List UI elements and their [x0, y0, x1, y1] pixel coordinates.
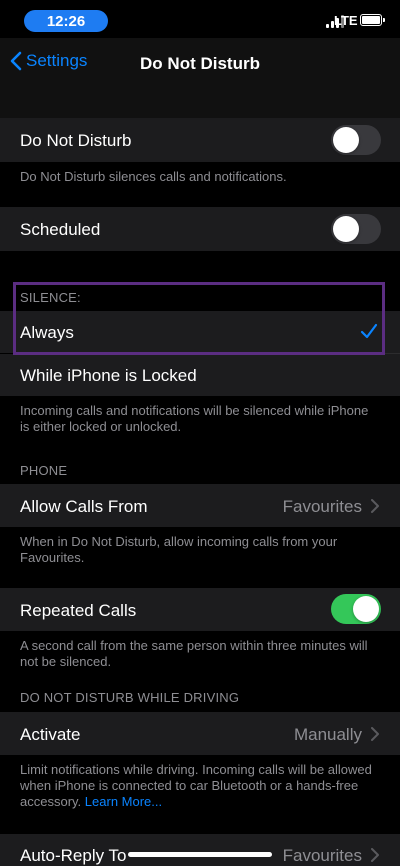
driving-footer-line3: accessory. Learn More...: [20, 794, 380, 810]
chevron-right-icon: [371, 499, 379, 513]
silence-footer-line1: Incoming calls and notifications will be…: [20, 403, 369, 418]
repeated-calls-toggle[interactable]: [331, 594, 381, 624]
scheduled-toggle[interactable]: [331, 214, 381, 244]
status-time: 12:26: [24, 10, 108, 32]
repeated-footer-line1: A second call from the same person withi…: [20, 638, 368, 653]
repeated-footer-line2: not be silenced.: [20, 654, 112, 669]
auto-reply-label: Auto-Reply To: [20, 846, 127, 865]
highlight-box: [13, 282, 385, 355]
locked-label: While iPhone is Locked: [20, 366, 197, 385]
repeated-calls-label: Repeated Calls: [20, 601, 137, 620]
activate-label: Activate: [20, 725, 81, 744]
learn-more-link[interactable]: Learn More...: [85, 794, 162, 809]
chevron-right-icon: [371, 848, 379, 862]
network-label: LTE: [334, 13, 358, 28]
phone-header: PHONE: [20, 463, 68, 478]
scheduled-label: Scheduled: [20, 220, 101, 239]
page-title: Do Not Disturb: [140, 54, 260, 73]
silence-footer-line2: is either locked or unlocked.: [20, 419, 182, 434]
battery-icon: [360, 14, 385, 26]
dnd-label: Do Not Disturb: [20, 131, 132, 150]
allow-footer-line1: When in Do Not Disturb, allow incoming c…: [20, 534, 338, 549]
allow-footer-line2: Favourites.: [20, 550, 85, 565]
driving-footer-line1: Limit notifications while driving. Incom…: [20, 762, 372, 777]
chevron-right-icon: [371, 727, 379, 741]
dnd-toggle[interactable]: [331, 125, 381, 155]
section-spacer: [0, 88, 400, 118]
home-indicator[interactable]: [128, 852, 272, 857]
allow-calls-value: Favourites: [282, 497, 362, 516]
driving-footer-text: accessory.: [20, 794, 82, 809]
driving-footer-line2: when iPhone is connected to car Bluetoot…: [20, 778, 359, 793]
dnd-footer: Do Not Disturb silences calls and notifi…: [20, 169, 287, 184]
allow-calls-label: Allow Calls From: [20, 497, 148, 516]
activate-value: Manually: [293, 725, 362, 744]
driving-header: DO NOT DISTURB WHILE DRIVING: [20, 690, 240, 705]
